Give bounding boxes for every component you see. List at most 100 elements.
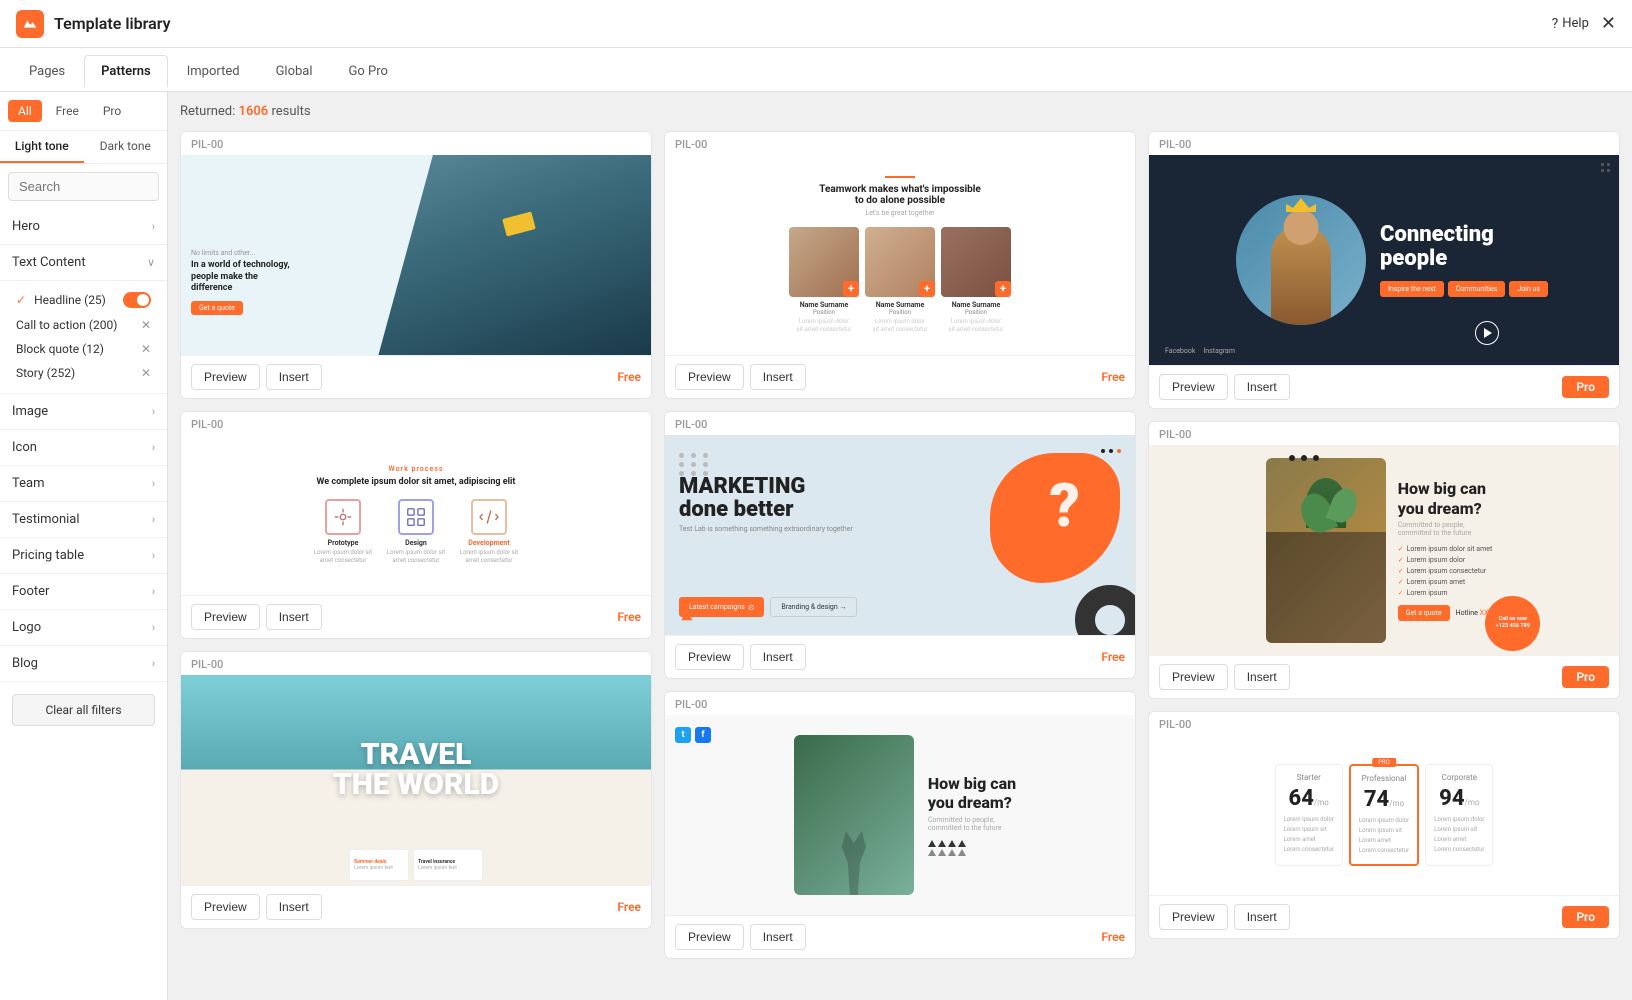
toggle-headline-on[interactable] — [123, 292, 151, 308]
logo-icon — [16, 10, 44, 38]
filter-free[interactable]: Free — [46, 100, 89, 122]
card-label: PIL-00 — [1149, 712, 1619, 735]
preview-button[interactable]: Preview — [675, 924, 744, 950]
template-card-travel: PIL-00 TRAVELTHE WORLD Get a quote Hotli… — [180, 651, 652, 929]
insert-button[interactable]: Insert — [750, 364, 806, 390]
template-card-team: PIL-00 Teamwork makes what's impossiblet… — [664, 131, 1136, 399]
card-preview-team: Teamwork makes what's impossibleto do al… — [665, 155, 1135, 355]
header-right: ? Help ✕ — [1552, 13, 1616, 34]
sidebar-item-blog[interactable]: Blog › — [0, 646, 167, 682]
filter-story: Story (252) ✕ — [12, 361, 155, 385]
preview-button[interactable]: Preview — [1159, 904, 1228, 930]
tabs-bar: Pages Patterns Imported Global Go Pro — [0, 48, 1632, 92]
badge-free: Free — [617, 610, 641, 624]
insert-button[interactable]: Insert — [750, 644, 806, 670]
clear-filters-button[interactable]: Clear all filters — [12, 694, 155, 726]
card-label: PIL-00 — [181, 132, 651, 155]
card-footer: Preview Insert Free — [181, 885, 651, 928]
card-label: PIL-00 — [665, 412, 1135, 435]
question-icon: ? — [1552, 16, 1559, 32]
story-remove-icon[interactable]: ✕ — [141, 366, 151, 380]
chevron-right-icon: › — [152, 585, 155, 598]
chevron-right-icon: › — [152, 441, 155, 454]
template-card-hero: PIL-00 No limits and other... In a world… — [180, 131, 652, 399]
card-footer: Preview Insert Pro — [1149, 655, 1619, 698]
insert-button[interactable]: Insert — [750, 924, 806, 950]
card-footer: Preview Insert Free — [665, 915, 1135, 958]
insert-button[interactable]: Insert — [1234, 374, 1290, 400]
sidebar-item-pricing-table[interactable]: Pricing table › — [0, 538, 167, 574]
badge-free: Free — [1101, 650, 1125, 664]
close-button[interactable]: ✕ — [1601, 13, 1616, 34]
sidebar-item-footer[interactable]: Footer › — [0, 574, 167, 610]
insert-button[interactable]: Insert — [266, 364, 322, 390]
text-content-sub: ✓ Headline (25) Call to action (200) ✕ B… — [0, 281, 167, 394]
preview-button[interactable]: Preview — [191, 364, 260, 390]
filter-all[interactable]: All — [8, 100, 42, 122]
sidebar-item-icon[interactable]: Icon › — [0, 430, 167, 466]
chevron-right-icon: › — [152, 621, 155, 634]
sidebar-item-text-content[interactable]: Text Content ∨ — [0, 245, 167, 281]
insert-button[interactable]: Insert — [1234, 664, 1290, 690]
sidebar-item-team[interactable]: Team › — [0, 466, 167, 502]
card-footer: Preview Insert Free — [665, 635, 1135, 678]
insert-button[interactable]: Insert — [266, 604, 322, 630]
filter-tabs: All Free Pro — [0, 92, 167, 131]
card-footer: Preview Insert Free — [181, 355, 651, 398]
sidebar-item-logo[interactable]: Logo › — [0, 610, 167, 646]
card-preview-pricing: Starter 64/mo Lorem ipsum dolor Lorem ip… — [1149, 735, 1619, 895]
tab-patterns[interactable]: Patterns — [84, 55, 168, 87]
card-label: PIL-00 — [181, 412, 651, 435]
tab-pages[interactable]: Pages — [12, 55, 82, 87]
insert-button[interactable]: Insert — [1234, 904, 1290, 930]
badge-pro[interactable]: Pro — [1562, 666, 1609, 688]
main-layout: All Free Pro Light tone Dark tone Hero ›… — [0, 92, 1632, 1000]
header-left: Template library — [16, 10, 171, 38]
filter-pro[interactable]: Pro — [93, 100, 131, 122]
preview-button[interactable]: Preview — [675, 644, 744, 670]
card-footer: Preview Insert Pro — [1149, 895, 1619, 938]
card-preview-travel: TRAVELTHE WORLD Get a quote Hotline +XXX… — [181, 675, 651, 885]
card-preview-marketing: ? MARKETINGdone better Test Lab is somet… — [665, 435, 1135, 635]
preview-button[interactable]: Preview — [1159, 664, 1228, 690]
tab-imported[interactable]: Imported — [170, 55, 257, 87]
cta-remove-icon[interactable]: ✕ — [141, 318, 151, 332]
preview-button[interactable]: Preview — [191, 894, 260, 920]
tone-light[interactable]: Light tone — [0, 131, 84, 163]
preview-button[interactable]: Preview — [675, 364, 744, 390]
badge-free: Free — [1101, 370, 1125, 384]
sidebar: All Free Pro Light tone Dark tone Hero ›… — [0, 92, 168, 1000]
template-col-3: PIL-00 — [1148, 131, 1620, 959]
filter-cta: Call to action (200) ✕ — [12, 313, 155, 337]
badge-pro[interactable]: Pro — [1562, 376, 1609, 398]
card-label: PIL-00 — [1149, 132, 1619, 155]
insert-button[interactable]: Insert — [266, 894, 322, 920]
tab-global[interactable]: Global — [259, 55, 330, 87]
card-preview-hero: No limits and other... In a world of tec… — [181, 155, 651, 355]
sidebar-item-hero[interactable]: Hero › — [0, 209, 167, 245]
badge-pro[interactable]: Pro — [1562, 906, 1609, 928]
search-input[interactable] — [8, 172, 159, 201]
card-footer: Preview Insert Pro — [1149, 365, 1619, 408]
card-label: PIL-00 — [1149, 422, 1619, 445]
card-preview-connect: Connectingpeople Inspire the next Commun… — [1149, 155, 1619, 365]
card-preview-process: Work process We complete ipsum dolor sit… — [181, 435, 651, 595]
preview-button[interactable]: Preview — [191, 604, 260, 630]
results-count: 1606 — [239, 104, 269, 119]
help-button[interactable]: ? Help — [1552, 16, 1589, 32]
tab-gopro[interactable]: Go Pro — [332, 55, 405, 87]
preview-button[interactable]: Preview — [1159, 374, 1228, 400]
badge-free: Free — [617, 370, 641, 384]
template-col-1: PIL-00 No limits and other... In a world… — [180, 131, 652, 959]
tone-dark[interactable]: Dark tone — [84, 131, 168, 163]
sidebar-item-testimonial[interactable]: Testimonial › — [0, 502, 167, 538]
header: Template library ? Help ✕ — [0, 0, 1632, 48]
sidebar-item-image[interactable]: Image › — [0, 394, 167, 430]
card-label: PIL-00 — [665, 132, 1135, 155]
card-label: PIL-00 — [665, 692, 1135, 715]
badge-free: Free — [617, 900, 641, 914]
card-preview-dream2: t f How big canyou dream? Committed to p… — [665, 715, 1135, 915]
chevron-right-icon: › — [152, 657, 155, 670]
blockquote-remove-icon[interactable]: ✕ — [141, 342, 151, 356]
results-info: Returned: 1606 results — [180, 104, 1620, 119]
